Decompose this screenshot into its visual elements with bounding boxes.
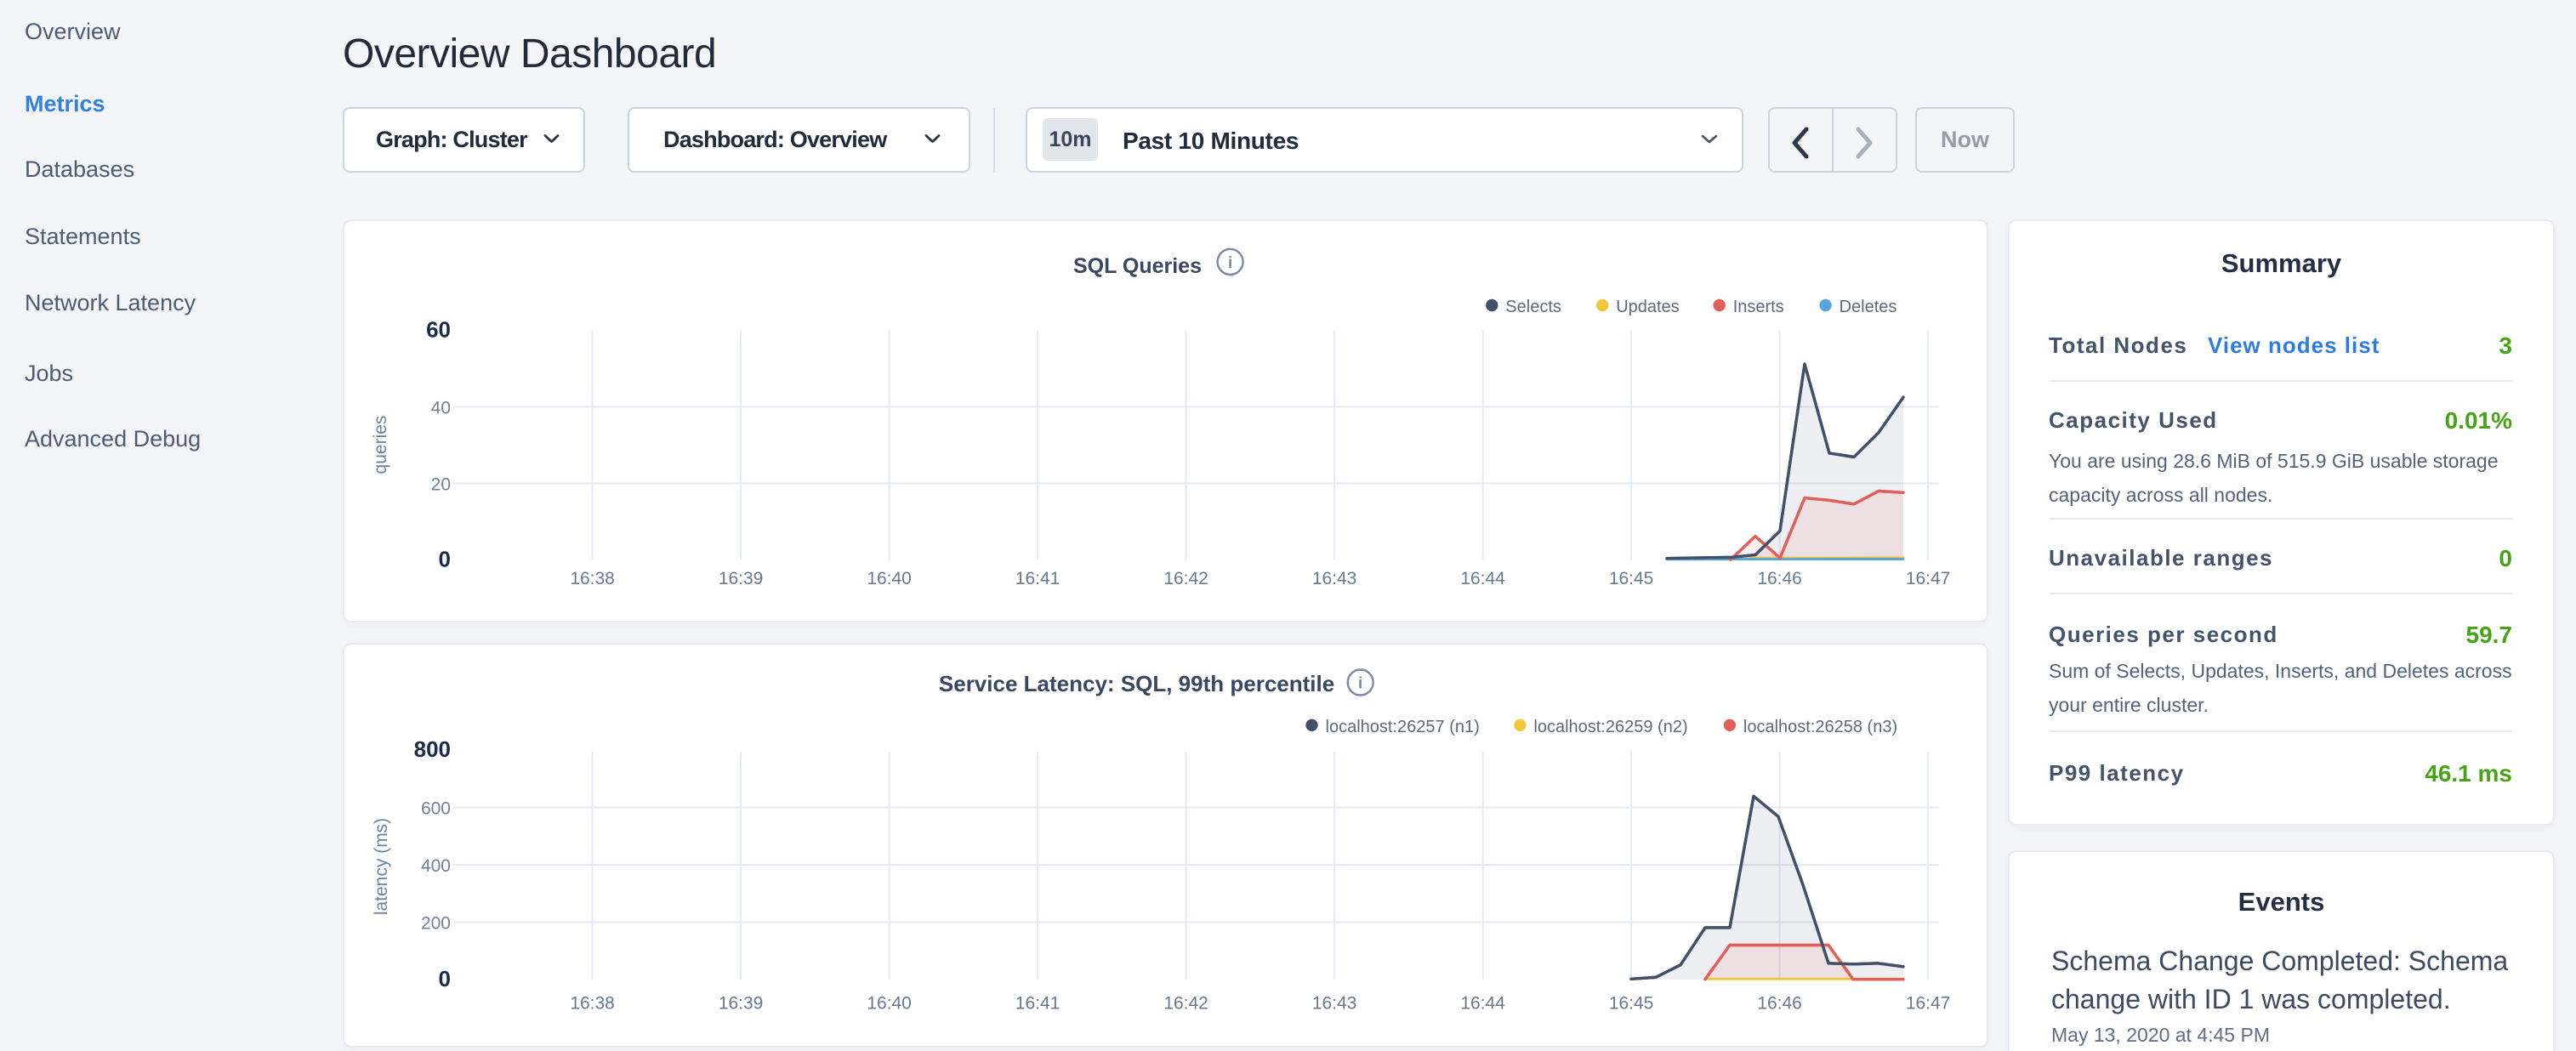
svg-text:16:45: 16:45: [1609, 994, 1654, 1014]
svg-text:localhost:26257 (n1): localhost:26257 (n1): [1326, 718, 1480, 736]
svg-text:16:39: 16:39: [719, 569, 764, 588]
svg-text:16:41: 16:41: [1015, 569, 1061, 588]
svg-text:16:40: 16:40: [867, 569, 912, 588]
svg-text:600: 600: [421, 799, 451, 819]
svg-text:16:39: 16:39: [719, 994, 764, 1014]
svg-text:60: 60: [426, 317, 451, 343]
svg-text:queries: queries: [371, 416, 390, 474]
svg-text:16:45: 16:45: [1609, 569, 1654, 588]
svg-text:16:44: 16:44: [1460, 994, 1505, 1014]
svg-text:latency (ms): latency (ms): [372, 818, 391, 915]
svg-text:16:46: 16:46: [1757, 994, 1802, 1014]
svg-text:200: 200: [421, 914, 451, 934]
svg-text:Updates: Updates: [1616, 298, 1680, 316]
svg-text:16:43: 16:43: [1312, 994, 1357, 1014]
svg-text:20: 20: [431, 475, 451, 495]
svg-text:16:38: 16:38: [570, 994, 615, 1014]
svg-text:i: i: [1228, 254, 1232, 272]
svg-text:800: 800: [414, 736, 451, 762]
svg-text:16:38: 16:38: [570, 569, 615, 588]
svg-text:16:46: 16:46: [1757, 569, 1802, 588]
svg-text:i: i: [1358, 675, 1362, 693]
svg-text:40: 40: [431, 399, 451, 418]
svg-text:16:47: 16:47: [1906, 994, 1951, 1014]
svg-text:16:40: 16:40: [867, 994, 912, 1014]
svg-text:16:42: 16:42: [1163, 569, 1208, 588]
svg-text:SQL Queries: SQL Queries: [1073, 254, 1202, 278]
svg-text:localhost:26258 (n3): localhost:26258 (n3): [1743, 718, 1897, 736]
svg-text:16:43: 16:43: [1312, 569, 1357, 588]
svg-text:Deletes: Deletes: [1840, 298, 1897, 316]
svg-text:16:44: 16:44: [1460, 569, 1505, 588]
svg-text:localhost:26259 (n2): localhost:26259 (n2): [1533, 718, 1687, 736]
svg-text:0: 0: [439, 547, 451, 572]
svg-text:0: 0: [439, 966, 451, 991]
svg-text:16:47: 16:47: [1906, 569, 1951, 588]
svg-text:16:42: 16:42: [1163, 994, 1208, 1014]
svg-text:Inserts: Inserts: [1733, 298, 1784, 316]
svg-text:16:41: 16:41: [1015, 994, 1061, 1014]
svg-text:Selects: Selects: [1505, 298, 1561, 316]
svg-text:400: 400: [421, 856, 451, 876]
svg-text:Service Latency: SQL, 99th per: Service Latency: SQL, 99th percentile: [939, 671, 1334, 696]
